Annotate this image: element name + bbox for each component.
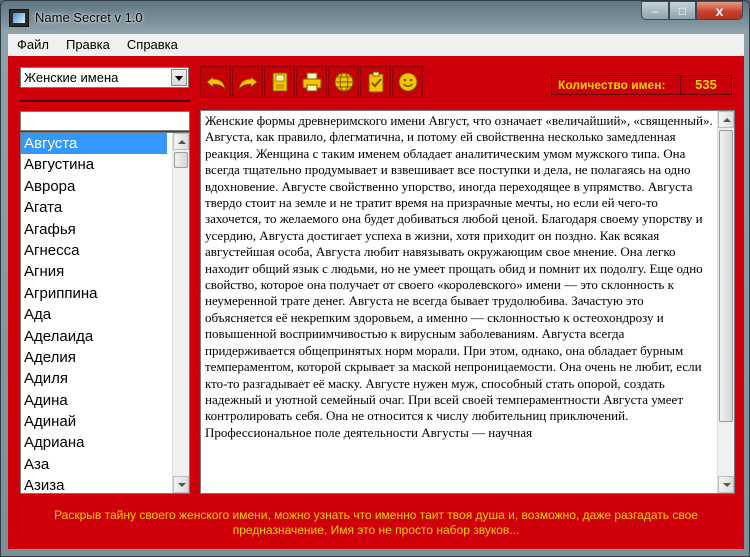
- list-item[interactable]: Аврора: [21, 176, 167, 197]
- about-button[interactable]: [392, 66, 423, 98]
- category-select[interactable]: Женские имена: [20, 67, 189, 88]
- description-panel[interactable]: Женские формы древнеримского имени Авгус…: [200, 110, 735, 494]
- save-icon: [272, 72, 287, 92]
- list-item[interactable]: Агафья: [21, 219, 167, 240]
- app-icon: [9, 9, 29, 27]
- web-button[interactable]: [328, 66, 359, 98]
- list-item[interactable]: Адинай: [21, 411, 167, 432]
- undo-icon: [205, 76, 225, 90]
- globe-icon: [334, 72, 353, 92]
- description-scrollbar[interactable]: [717, 111, 734, 493]
- maximize-button[interactable]: □: [669, 1, 696, 20]
- list-item[interactable]: Адиля: [21, 368, 167, 389]
- description-scroll-thumb[interactable]: [719, 130, 733, 422]
- print-icon: [302, 72, 321, 92]
- window-title: Name Secret v 1.0: [35, 10, 143, 25]
- list-item[interactable]: Агриппина: [21, 283, 167, 304]
- description-text: Женские формы древнеримского имени Авгус…: [205, 113, 713, 440]
- smiley-icon: [398, 72, 417, 92]
- list-item[interactable]: Аза: [21, 454, 167, 475]
- list-item[interactable]: Августа: [21, 133, 167, 155]
- footer-hint: Раскрыв тайну своего женского имени, мож…: [54, 508, 698, 537]
- clipboard-button[interactable]: [360, 66, 391, 98]
- save-button[interactable]: [264, 66, 295, 98]
- names-scroll-thumb[interactable]: [174, 152, 188, 168]
- print-button[interactable]: [296, 66, 327, 98]
- scroll-down-icon[interactable]: [718, 476, 734, 493]
- chevron-down-icon[interactable]: [171, 69, 187, 86]
- scroll-down-icon[interactable]: [173, 476, 189, 493]
- list-item[interactable]: Адина: [21, 390, 167, 411]
- list-item[interactable]: Аделия: [21, 347, 167, 368]
- title-bar[interactable]: Name Secret v 1.0 – □ x: [1, 1, 749, 33]
- list-item[interactable]: Аделаида: [21, 326, 167, 347]
- names-list: Августа Августина Аврора Агата Агафья Агнесса…: [20, 132, 190, 494]
- toolbar: [200, 66, 423, 100]
- menu-help[interactable]: Справка: [118, 34, 186, 56]
- minimize-button[interactable]: –: [641, 1, 669, 20]
- counter-value: 535: [680, 76, 731, 94]
- undo-button[interactable]: [200, 66, 231, 98]
- app-window: Name Secret v 1.0 – □ x Файл Правка Спра…: [0, 0, 750, 557]
- close-button[interactable]: x: [696, 1, 743, 20]
- menu-bar: Файл Правка Справка: [8, 34, 744, 57]
- search-input[interactable]: [20, 111, 190, 131]
- counter-label: Количество имен:: [558, 78, 666, 92]
- menu-file[interactable]: Файл: [8, 34, 57, 56]
- category-select-value: Женские имена: [24, 70, 119, 85]
- main-panel: Женские имена Количество имен: 535 Авгус…: [8, 56, 744, 549]
- clipboard-check-icon: [368, 71, 383, 93]
- names-scrollbar[interactable]: [172, 133, 189, 493]
- menu-edit[interactable]: Правка: [57, 34, 118, 56]
- names-counter: Количество имен: 535: [551, 75, 732, 95]
- list-item[interactable]: Ада: [21, 304, 167, 325]
- scroll-up-icon[interactable]: [173, 133, 189, 150]
- redo-icon: [238, 76, 258, 90]
- redo-button[interactable]: [232, 66, 263, 98]
- caption-buttons: – □ x: [641, 1, 743, 21]
- list-item[interactable]: Агния: [21, 261, 167, 282]
- divider: [20, 100, 190, 102]
- list-item[interactable]: Агата: [21, 197, 167, 218]
- list-item[interactable]: Августина: [21, 154, 167, 175]
- list-item[interactable]: Адриана: [21, 432, 167, 453]
- scroll-up-icon[interactable]: [718, 111, 734, 128]
- list-item[interactable]: Азиза: [21, 475, 167, 493]
- list-item[interactable]: Агнесса: [21, 240, 167, 261]
